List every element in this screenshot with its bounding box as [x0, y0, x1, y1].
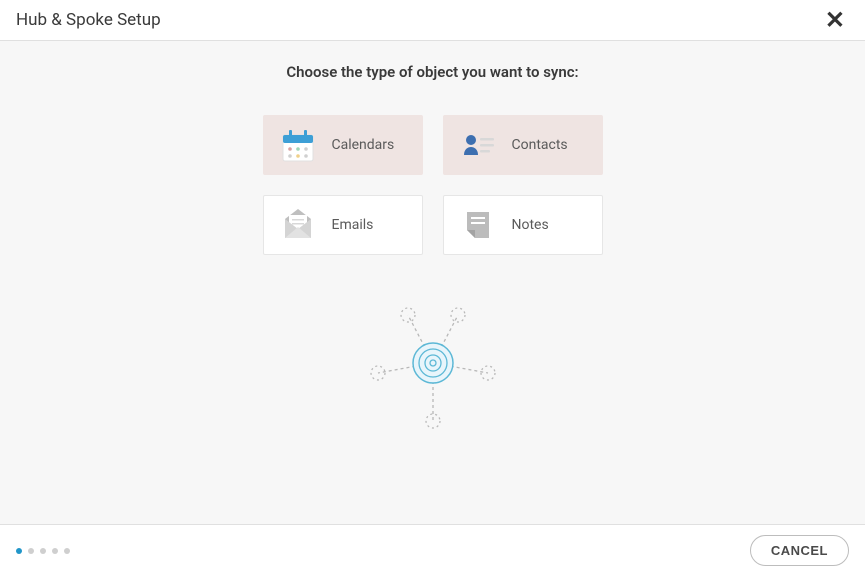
progress-dot-5 [64, 548, 70, 554]
card-emails-label: Emails [332, 217, 374, 233]
emails-icon [278, 205, 318, 245]
notes-icon [458, 205, 498, 245]
calendar-icon [278, 125, 318, 165]
contacts-icon [458, 125, 498, 165]
progress-dot-2 [28, 548, 34, 554]
progress-dot-4 [52, 548, 58, 554]
hub-spoke-illustration [353, 303, 513, 437]
card-emails[interactable]: Emails [263, 195, 423, 255]
card-notes-label: Notes [512, 217, 549, 233]
card-contacts[interactable]: Contacts [443, 115, 603, 175]
card-contacts-label: Contacts [512, 137, 568, 153]
card-calendars-label: Calendars [332, 137, 395, 153]
cancel-button[interactable]: CANCEL [750, 535, 849, 566]
progress-dot-1 [16, 548, 22, 554]
close-icon[interactable]: ✕ [821, 8, 849, 32]
instruction-text: Choose the type of object you want to sy… [286, 63, 578, 81]
dialog-footer: CANCEL [0, 524, 865, 576]
card-notes[interactable]: Notes [443, 195, 603, 255]
dialog-title: Hub & Spoke Setup [16, 10, 161, 30]
object-type-grid: Calendars Contacts [263, 115, 603, 255]
dialog-content: Choose the type of object you want to sy… [0, 41, 865, 524]
progress-dots [16, 548, 70, 554]
dialog-header: Hub & Spoke Setup ✕ [0, 0, 865, 41]
card-calendars[interactable]: Calendars [263, 115, 423, 175]
progress-dot-3 [40, 548, 46, 554]
